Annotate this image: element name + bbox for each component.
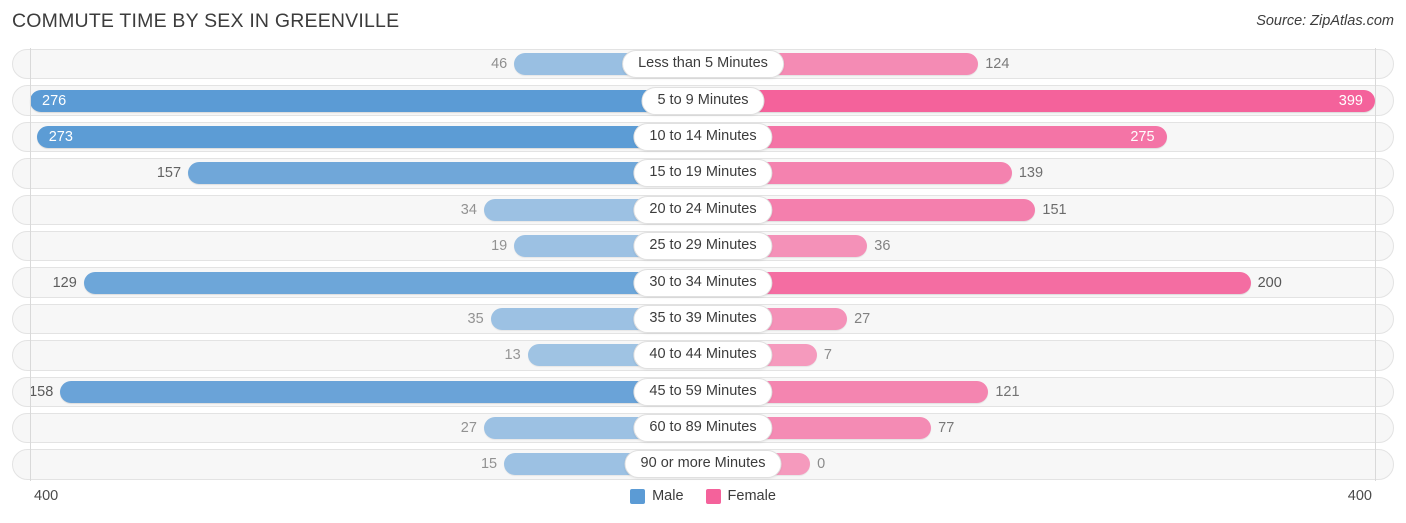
female-half: 0	[702, 453, 1376, 476]
category-label-pill[interactable]: 5 to 9 Minutes	[641, 86, 765, 115]
female-value-label: 36	[874, 238, 891, 255]
female-value-label: 27	[854, 310, 871, 327]
axis-line-right	[1375, 48, 1376, 481]
female-half: 121	[702, 380, 1376, 403]
male-value-label: 35	[467, 310, 484, 327]
chart-row: 27 77 60 to 89 Minutes	[0, 410, 1406, 446]
male-half: 276	[30, 89, 703, 112]
female-half: 275	[702, 125, 1376, 148]
male-value-label: 46	[491, 56, 508, 73]
male-value-label: 273	[48, 128, 73, 145]
female-half: 27	[702, 307, 1376, 330]
male-value-label: 19	[491, 238, 508, 255]
female-half: 200	[702, 271, 1376, 294]
male-value-label: 27	[460, 420, 477, 437]
male-value-label: 157	[156, 165, 182, 182]
chart-row: 13 7 40 to 44 Minutes	[0, 337, 1406, 373]
legend-label-male: Male	[652, 488, 684, 504]
chart-row: 276 399 5 to 9 Minutes	[0, 82, 1406, 118]
female-half: 7	[702, 344, 1376, 367]
category-label-pill[interactable]: 15 to 19 Minutes	[633, 159, 773, 188]
female-half: 36	[702, 235, 1376, 258]
female-half: 77	[702, 417, 1376, 440]
chart-row: 157 139 15 to 19 Minutes	[0, 155, 1406, 191]
male-value-label: 34	[460, 201, 477, 218]
male-value-label: 13	[504, 347, 521, 364]
category-label-pill[interactable]: 20 to 24 Minutes	[633, 195, 773, 224]
male-half: 157	[30, 162, 703, 185]
male-half: 27	[30, 417, 703, 440]
female-value-label: 0	[817, 456, 826, 473]
chart-row: 15 0 90 or more Minutes	[0, 446, 1406, 482]
legend: Male Female	[0, 488, 1406, 504]
male-bar[interactable]: 157	[157, 162, 703, 185]
legend-swatch-female-icon	[705, 488, 721, 504]
male-bar[interactable]: 129	[53, 271, 703, 294]
category-label-pill[interactable]: 60 to 89 Minutes	[633, 414, 773, 443]
female-half: 139	[702, 162, 1376, 185]
male-half: 15	[30, 453, 703, 476]
legend-item-male[interactable]: Male	[630, 488, 684, 504]
chart-plot-area: 46 124 Less than 5 Minutes 276 399 5 to 9 Min…	[0, 46, 1406, 483]
category-label-pill[interactable]: 25 to 29 Minutes	[633, 232, 773, 261]
male-value-label: 276	[42, 92, 67, 109]
chart-row: 273 275 10 to 14 Minutes	[0, 119, 1406, 155]
legend-label-female: Female	[727, 488, 776, 504]
category-label-pill[interactable]: 90 or more Minutes	[624, 450, 782, 479]
female-value-label: 124	[985, 56, 1010, 73]
female-value-label: 77	[938, 420, 955, 437]
male-half: 35	[30, 307, 703, 330]
commute-time-chart: COMMUTE TIME BY SEX IN GREENVILLE Source…	[0, 0, 1406, 523]
chart-rows: 46 124 Less than 5 Minutes 276 399 5 to 9 Min…	[0, 46, 1406, 483]
legend-item-female[interactable]: Female	[705, 488, 776, 504]
female-value-label: 121	[995, 383, 1020, 400]
female-half: 151	[702, 198, 1376, 221]
category-label-pill[interactable]: 30 to 34 Minutes	[633, 268, 773, 297]
chart-row: 129 200 30 to 34 Minutes	[0, 264, 1406, 300]
chart-row: 158 121 45 to 59 Minutes	[0, 374, 1406, 410]
female-value-label: 275	[1130, 128, 1155, 145]
axis-line-left	[30, 48, 31, 481]
female-value-label: 139	[1018, 165, 1044, 182]
category-label-pill[interactable]: Less than 5 Minutes	[622, 50, 784, 79]
female-half: 399	[702, 89, 1375, 112]
chart-row: 46 124 Less than 5 Minutes	[0, 46, 1406, 82]
male-value-label: 129	[52, 274, 77, 291]
male-bar[interactable]: 273	[36, 125, 703, 148]
male-half: 19	[30, 235, 703, 258]
female-half: 124	[702, 53, 1376, 76]
male-bar[interactable]: 158	[29, 380, 703, 403]
male-half: 273	[30, 125, 703, 148]
male-bar[interactable]: 276	[30, 89, 703, 112]
male-value-label: 15	[480, 456, 498, 473]
category-label-pill[interactable]: 45 to 59 Minutes	[633, 377, 773, 406]
female-bar[interactable]: 200	[702, 271, 1282, 294]
male-half: 129	[30, 271, 703, 294]
female-value-label: 151	[1042, 201, 1067, 218]
chart-row: 34 151 20 to 24 Minutes	[0, 192, 1406, 228]
female-bar[interactable]: 399	[702, 89, 1375, 112]
female-value-label: 7	[823, 347, 832, 364]
chart-header: COMMUTE TIME BY SEX IN GREENVILLE Source…	[0, 0, 1406, 46]
male-half: 46	[30, 53, 703, 76]
male-half: 13	[30, 344, 703, 367]
female-value-label: 399	[1338, 92, 1363, 109]
legend-swatch-male-icon	[630, 488, 646, 504]
chart-row: 19 36 25 to 29 Minutes	[0, 228, 1406, 264]
male-half: 158	[29, 380, 703, 403]
source-attribution: Source: ZipAtlas.com	[1256, 13, 1394, 29]
female-value-label: 200	[1257, 274, 1282, 291]
category-label-pill[interactable]: 35 to 39 Minutes	[633, 304, 773, 333]
page-title: COMMUTE TIME BY SEX IN GREENVILLE	[12, 10, 400, 32]
chart-footer: 400 400 Male Female	[0, 483, 1406, 523]
male-value-label: 158	[29, 383, 54, 400]
category-label-pill[interactable]: 10 to 14 Minutes	[633, 122, 773, 151]
category-label-pill[interactable]: 40 to 44 Minutes	[633, 341, 773, 370]
male-half: 34	[30, 198, 703, 221]
chart-row: 35 27 35 to 39 Minutes	[0, 301, 1406, 337]
